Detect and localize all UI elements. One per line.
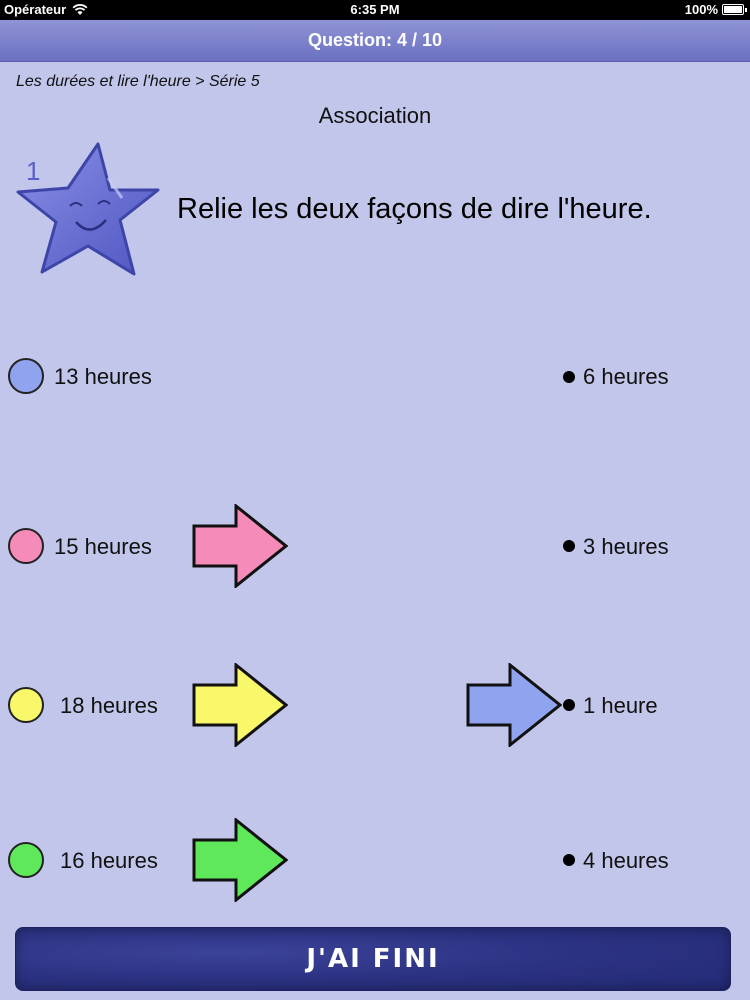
- nav-bar: Question: 4 / 10: [0, 20, 750, 62]
- breadcrumb: Les durées et lire l'heure > Série 5: [16, 73, 260, 90]
- left-dot-0[interactable]: [8, 358, 44, 394]
- star-number: 1: [26, 156, 41, 186]
- section-title: Association: [318, 103, 432, 128]
- right-bullet-0[interactable]: [563, 371, 575, 383]
- left-dot-3[interactable]: [8, 842, 44, 878]
- question-counter: Question: 4 / 10: [307, 30, 443, 50]
- right-label-1[interactable]: 3 heures: [583, 534, 669, 560]
- left-dot-2[interactable]: [8, 687, 44, 723]
- instruction-text: Relie les deux façons de dire l'heure.: [177, 193, 652, 225]
- right-bullet-3[interactable]: [563, 854, 575, 866]
- green-arrow-icon[interactable]: [192, 818, 288, 902]
- blue-arrow-icon[interactable]: [466, 663, 562, 747]
- left-label-3[interactable]: 16 heures: [60, 848, 158, 874]
- right-label-3[interactable]: 4 heures: [583, 848, 669, 874]
- left-label-1[interactable]: 15 heures: [54, 534, 152, 560]
- right-bullet-1[interactable]: [563, 540, 575, 552]
- battery-icon: [722, 4, 747, 15]
- left-dot-1[interactable]: [8, 528, 44, 564]
- left-label-0[interactable]: 13 heures: [54, 364, 152, 390]
- status-bar: Opérateur 6:35 PM 100%: [0, 0, 750, 20]
- battery-info: 100%: [684, 2, 747, 17]
- left-label-2[interactable]: 18 heures: [60, 693, 158, 719]
- finish-button[interactable]: J'AI FINI: [15, 927, 731, 991]
- pink-arrow-icon[interactable]: [192, 504, 288, 588]
- finish-button-label: J'AI FINI: [306, 944, 440, 974]
- right-label-2[interactable]: 1 heure: [583, 693, 658, 719]
- status-time: 6:35 PM: [350, 2, 400, 17]
- yellow-arrow-icon[interactable]: [192, 663, 288, 747]
- right-label-0[interactable]: 6 heures: [583, 364, 669, 390]
- right-bullet-2[interactable]: [563, 699, 575, 711]
- battery-percent: 100%: [684, 2, 718, 17]
